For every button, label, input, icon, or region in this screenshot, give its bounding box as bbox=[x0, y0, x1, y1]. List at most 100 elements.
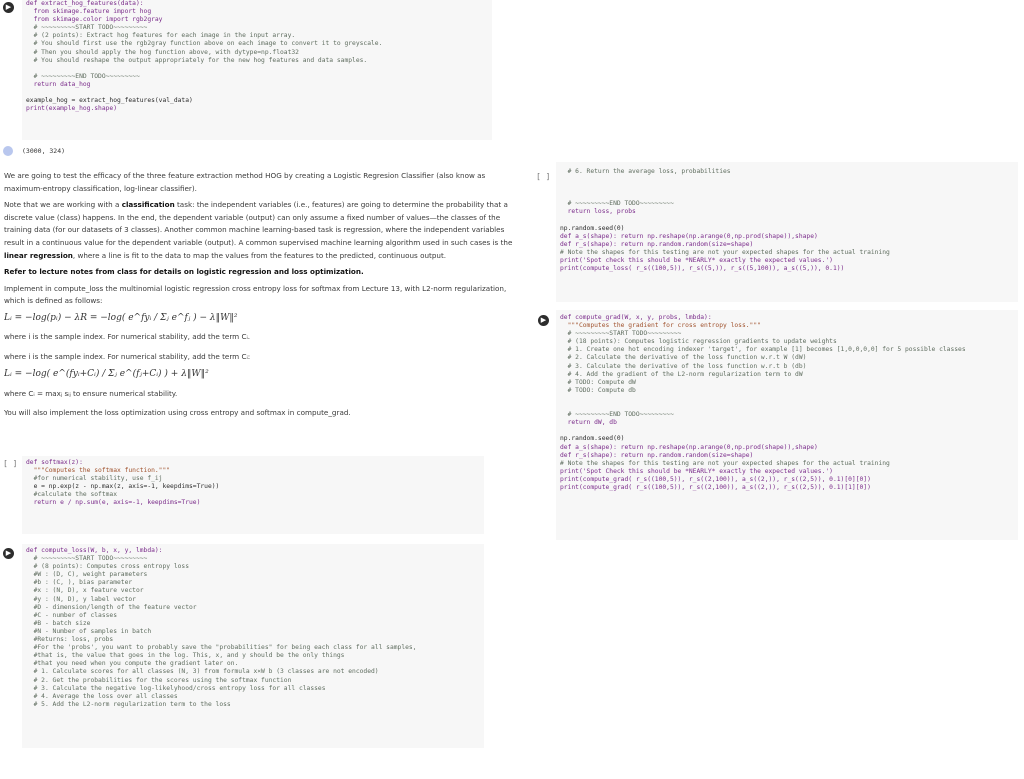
code-line: print(compute_loss( r_s((100,5)), r_s((5… bbox=[560, 265, 845, 273]
code-line: def compute_grad(W, x, y, probs, lmbda): bbox=[560, 314, 712, 321]
code-line: print('Spot check this should be *NEARLY… bbox=[560, 257, 833, 265]
code-line: print(compute_grad( r_s((100,5)), r_s((2… bbox=[560, 475, 871, 483]
code-line: np.random.seed(0) bbox=[560, 435, 625, 443]
code-line: print(example_hog.shape) bbox=[26, 105, 117, 113]
output-icon bbox=[3, 146, 13, 156]
cell-run-bracket[interactable]: [ ] bbox=[3, 459, 17, 468]
code-editor[interactable]: def compute_grad(W, x, y, probs, lmbda):… bbox=[560, 314, 966, 492]
code-line: #D - dimension/length of the feature vec… bbox=[26, 603, 197, 611]
code-line: #for numerical stability, use f_ij bbox=[26, 475, 163, 483]
code-line: return data_hog bbox=[26, 80, 91, 88]
code-line: from skimage.feature import hog bbox=[26, 8, 152, 16]
stable-loss-equation: Lᵢ = −log( e^(fyᵢ+Cᵢ) / Σⱼ e^(fⱼ+Cᵢ) ) +… bbox=[4, 368, 209, 379]
code-line: example_hog = extract_hog_features(val_d… bbox=[26, 97, 193, 105]
cell-run-bracket[interactable]: [ ] bbox=[536, 172, 550, 181]
code-line: def r_s(shape): return np.random.random(… bbox=[560, 240, 754, 248]
paragraph: Implement in compute_loss the multinomia… bbox=[4, 283, 507, 306]
paragraph: Note that we are working with a classifi… bbox=[4, 200, 513, 260]
code-line: # 3. Calculate the derivative of the los… bbox=[560, 362, 807, 370]
code-line: # ~~~~~~~~~START TODO~~~~~~~~~ bbox=[560, 330, 682, 338]
code-editor[interactable]: def softmax(z): """Computes the softmax … bbox=[26, 459, 219, 508]
code-line: #W : (D, C), weight parameters bbox=[26, 571, 148, 579]
code-editor[interactable]: def extract_hog_features(data): from ski… bbox=[26, 0, 382, 113]
code-line: # 2. Calculate the derivative of the los… bbox=[560, 354, 807, 362]
code-line: def extract_hog_features(data): bbox=[26, 0, 144, 7]
code-editor[interactable]: # 6. Return the average loss, probabilit… bbox=[560, 168, 890, 273]
run-cell-button[interactable]: ▶ bbox=[3, 548, 14, 559]
code-line: #calculate the softmax bbox=[26, 491, 117, 499]
run-cell-button[interactable]: ▶ bbox=[538, 315, 549, 326]
code-cell-loss-test[interactable]: # 6. Return the average loss, probabilit… bbox=[556, 162, 1018, 302]
code-cell-compute-loss[interactable]: def compute_loss(W, b, x, y, lmbda): # ~… bbox=[22, 544, 484, 748]
code-line: def softmax(z): bbox=[26, 459, 83, 466]
paragraph: We are going to test the efficacy of the… bbox=[4, 171, 486, 193]
code-line: #b : (C, ), bias parameter bbox=[26, 579, 133, 587]
code-line: # ~~~~~~~~~END TODO~~~~~~~~~ bbox=[560, 200, 674, 208]
code-line: # TODO: Compute dW bbox=[560, 378, 636, 386]
code-editor[interactable]: def compute_loss(W, b, x, y, lmbda): # ~… bbox=[26, 547, 416, 709]
paragraph: You will also implement the loss optimiz… bbox=[4, 407, 351, 417]
code-line: # ~~~~~~~~~START TODO~~~~~~~~~ bbox=[26, 555, 148, 563]
code-line: return e / np.sum(e, axis=-1, keepdims=T… bbox=[26, 499, 201, 507]
paragraph: where i is the sample index. For numeric… bbox=[4, 352, 251, 362]
code-line: #x : (N, D), x feature vector bbox=[26, 587, 144, 595]
code-line: # (2 points): Extract hog features for e… bbox=[26, 32, 296, 40]
cell-output: (3000, 324) bbox=[22, 147, 66, 155]
code-cell-compute-grad[interactable]: def compute_grad(W, x, y, probs, lmbda):… bbox=[556, 310, 1018, 540]
run-cell-button[interactable]: ▶ bbox=[3, 2, 14, 13]
code-line: """Computes the gradient for cross entro… bbox=[560, 322, 761, 330]
markdown-cell: We are going to test the efficacy of the… bbox=[4, 170, 524, 445]
code-line: print(compute_grad( r_s((100,5)), r_s((2… bbox=[560, 483, 871, 491]
code-line: #that is, the value that goes in the log… bbox=[26, 652, 345, 660]
code-line: # ~~~~~~~~~START TODO~~~~~~~~~ bbox=[26, 24, 148, 32]
code-line: #y : (N, D), y label vector bbox=[26, 595, 136, 603]
code-line: # (8 points): Computes cross entropy los… bbox=[26, 563, 190, 571]
code-line: # Note the shapes for this testing are n… bbox=[560, 459, 890, 467]
paragraph: Refer to lecture notes from class for de… bbox=[4, 267, 364, 277]
code-line: # You should first use the rgb2gray func… bbox=[26, 40, 383, 48]
code-line: def a_s(shape): return np.reshape(np.ara… bbox=[560, 443, 818, 451]
code-line: # Note the shapes for this testing are n… bbox=[560, 248, 890, 256]
code-line: # 3. Calculate the negative log-likelyho… bbox=[26, 684, 326, 692]
code-line: def r_s(shape): return np.random.random(… bbox=[560, 451, 754, 459]
code-line: print('Spot Check this should be *NEARLY… bbox=[560, 467, 833, 475]
code-line: # ~~~~~~~~~END TODO~~~~~~~~~ bbox=[560, 411, 674, 419]
code-line: # 5. Add the L2-norm regularization term… bbox=[26, 700, 231, 708]
code-cell-hog[interactable]: def extract_hog_features(data): from ski… bbox=[22, 0, 492, 140]
code-line: #Returns: loss, probs bbox=[26, 636, 114, 644]
code-line: # Then you should apply the hog function… bbox=[26, 48, 299, 56]
code-line: # TODO: Compute db bbox=[560, 386, 636, 394]
code-line: def compute_loss(W, b, x, y, lmbda): bbox=[26, 547, 163, 554]
code-line: # 2. Get the probabilities for the score… bbox=[26, 676, 292, 684]
code-line: from skimage.color import rgb2gray bbox=[26, 16, 163, 24]
code-line: def a_s(shape): return np.reshape(np.ara… bbox=[560, 232, 818, 240]
code-line: # (18 points): Computes logistic regress… bbox=[560, 338, 837, 346]
code-line: #that you need when you compute the grad… bbox=[26, 660, 239, 668]
loss-equation: Lᵢ = −log(pᵢ) − λR = −log( e^fyᵢ / Σⱼ e^… bbox=[4, 312, 238, 323]
code-line: #N - Number of samples in batch bbox=[26, 627, 152, 635]
paragraph: where Cᵢ = maxⱼ sᵢⱼ to ensure numerical … bbox=[4, 389, 178, 399]
code-line: # 1. Create one hot encoding indexer 'ta… bbox=[560, 346, 966, 354]
code-line: #C - number of classes bbox=[26, 611, 117, 619]
code-line: #For the 'probs', you want to probably s… bbox=[26, 644, 417, 652]
code-line: return dW, db bbox=[560, 419, 617, 427]
code-cell-softmax[interactable]: def softmax(z): """Computes the softmax … bbox=[22, 456, 484, 534]
paragraph: where i is the sample index. For numeric… bbox=[4, 331, 251, 341]
code-line: # 4. Average the loss over all classes bbox=[26, 692, 178, 700]
code-line: # 6. Return the average loss, probabilit… bbox=[560, 168, 731, 175]
code-line: """Computes the softmax function.""" bbox=[26, 467, 171, 475]
code-line: e = np.exp(z - np.max(z, axis=-1, keepdi… bbox=[26, 483, 220, 491]
code-line: np.random.seed(0) bbox=[560, 224, 625, 232]
code-line: # You should reshape the output appropri… bbox=[26, 56, 368, 64]
code-line: # 1. Calculate scores for all classes (N… bbox=[26, 668, 379, 676]
code-line: # ~~~~~~~~~END TODO~~~~~~~~~ bbox=[26, 72, 140, 80]
